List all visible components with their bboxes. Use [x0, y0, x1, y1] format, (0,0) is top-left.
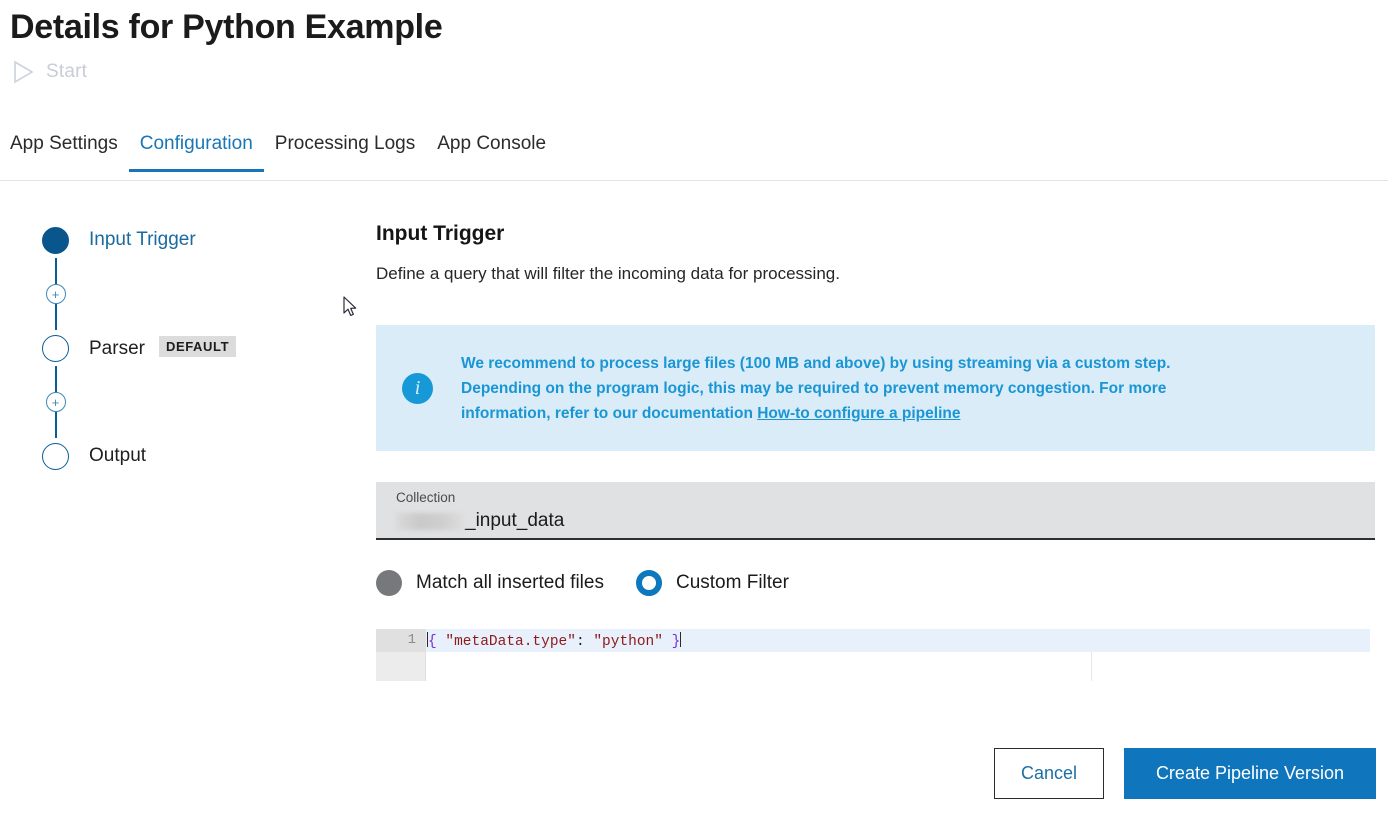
radio-label-match-all: Match all inserted files	[416, 572, 604, 594]
create-pipeline-version-button[interactable]: Create Pipeline Version	[1124, 748, 1376, 799]
info-line-1: We recommend to process large files (100…	[461, 355, 1170, 372]
code-token-open-brace: {	[428, 634, 437, 650]
code-space-3	[663, 634, 672, 650]
editor-gutter: 1	[376, 629, 426, 681]
editor-caret	[680, 632, 681, 647]
radio-match-all-inserted-files[interactable]: Match all inserted files	[376, 570, 604, 596]
pane-description: Define a query that will filter the inco…	[376, 264, 1376, 284]
info-circle-icon: i	[402, 373, 433, 404]
collection-field[interactable]: Collection _input_data	[376, 482, 1375, 540]
status-badge-default: DEFAULT	[159, 336, 236, 357]
documentation-link[interactable]: How-to configure a pipeline	[757, 405, 960, 422]
collection-field-label: Collection	[396, 489, 1375, 507]
editor-code-line[interactable]: { "metaData.type": "python" }	[427, 632, 681, 650]
info-line-2: Depending on the program logic, this may…	[461, 380, 1166, 397]
step-input-trigger[interactable]: Input Trigger	[42, 222, 342, 258]
tab-bar: App Settings Configuration Processing Lo…	[0, 131, 1388, 181]
radio-selected-icon	[636, 570, 662, 596]
tab-processing-logs[interactable]: Processing Logs	[264, 131, 426, 171]
tab-app-console[interactable]: App Console	[426, 131, 557, 171]
info-banner-text: We recommend to process large files (100…	[461, 351, 1170, 426]
app-page: Details for Python Example Start App Set…	[0, 0, 1388, 814]
collection-field-value: _input_data	[396, 507, 1375, 535]
code-token-colon: :	[576, 634, 585, 650]
step-node-hollow-icon	[42, 335, 69, 362]
start-action[interactable]: Start	[12, 60, 87, 84]
step-output[interactable]: Output	[42, 438, 342, 474]
radio-unselected-icon	[376, 570, 402, 596]
mouse-cursor-icon	[343, 296, 359, 318]
editor-line-number: 1	[408, 632, 416, 649]
tab-configuration[interactable]: Configuration	[129, 131, 264, 171]
code-token-value: "python"	[593, 634, 663, 650]
add-step-button-2[interactable]: +	[46, 392, 66, 412]
add-step-button-1[interactable]: +	[46, 284, 66, 304]
cancel-button[interactable]: Cancel	[994, 748, 1104, 799]
editor-gutter-active-row	[376, 629, 426, 652]
step-node-hollow-icon	[42, 443, 69, 470]
step-connector-2: +	[42, 366, 69, 438]
footer-actions: Cancel Create Pipeline Version	[994, 748, 1376, 799]
radio-custom-filter[interactable]: Custom Filter	[636, 570, 789, 596]
collection-value-suffix: _input_data	[465, 507, 564, 535]
filter-mode-radio-group: Match all inserted files Custom Filter	[376, 570, 789, 596]
play-triangle-icon	[12, 60, 34, 84]
tab-app-settings[interactable]: App Settings	[10, 131, 129, 171]
step-label-parser: Parser DEFAULT	[89, 336, 236, 360]
editor-vertical-guide	[1091, 652, 1092, 681]
code-token-key: "metaData.type"	[445, 634, 576, 650]
page-title: Details for Python Example	[10, 8, 442, 47]
step-parser-text: Parser	[89, 338, 145, 359]
filter-query-editor[interactable]: 1 { "metaData.type": "python" }	[376, 629, 1375, 681]
start-label: Start	[46, 61, 87, 83]
step-label-input-trigger: Input Trigger	[89, 229, 196, 251]
code-token-close-brace: }	[672, 634, 681, 650]
step-node-filled-icon	[42, 227, 69, 254]
step-label-output: Output	[89, 445, 146, 467]
detail-pane: Input Trigger Define a query that will f…	[376, 222, 1376, 306]
step-connector-1: +	[42, 258, 69, 330]
step-parser[interactable]: Parser DEFAULT	[42, 330, 342, 366]
pane-title: Input Trigger	[376, 222, 1376, 246]
pipeline-stepper: Input Trigger + Parser DEFAULT + Output	[42, 222, 342, 474]
radio-label-custom-filter: Custom Filter	[676, 572, 789, 594]
redacted-value-mask	[396, 513, 464, 530]
info-line-3-prefix: information, refer to our documentation	[461, 405, 757, 422]
info-banner: i We recommend to process large files (1…	[376, 325, 1375, 451]
